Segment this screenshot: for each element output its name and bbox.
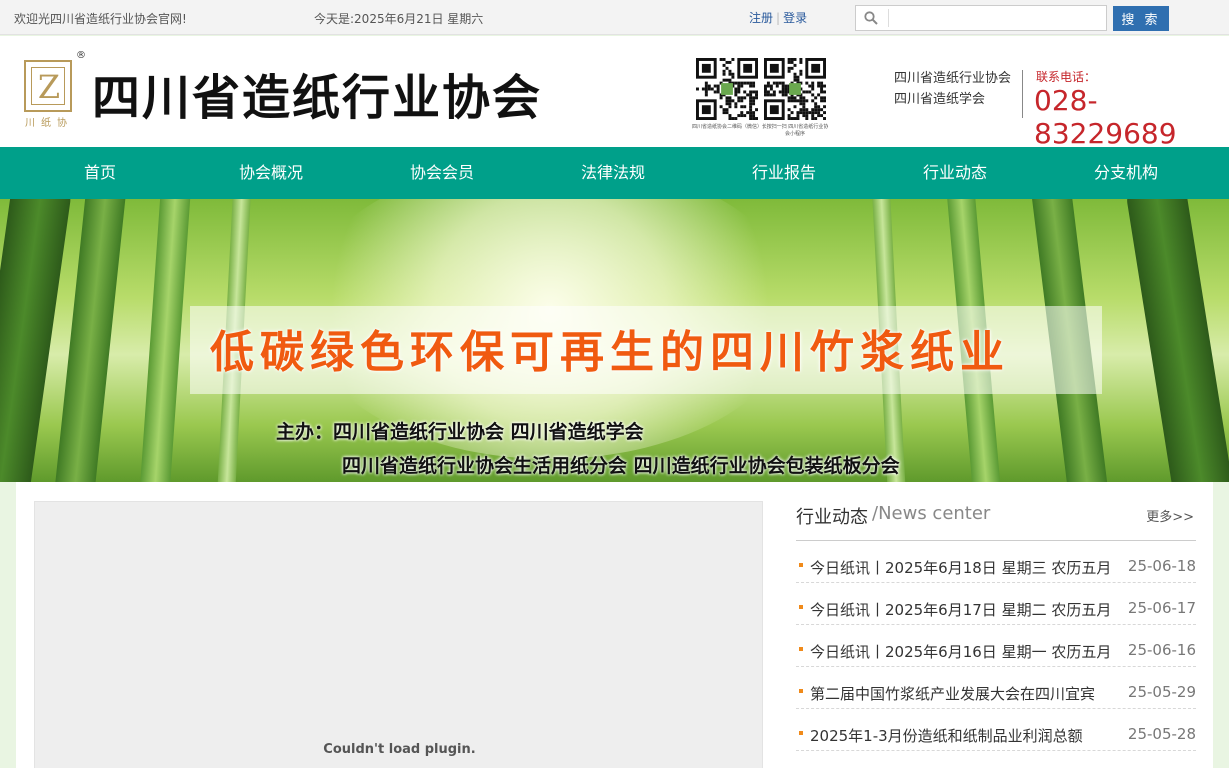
bamboo-stalk [138,199,192,482]
news-list: 今日纸讯丨2025年6月18日 星期三 农历五月 25-06-18 今日纸讯丨2… [796,541,1196,751]
list-item[interactable]: 今日纸讯丨2025年6月16日 星期一 农历五月 25-06-16 [796,625,1196,667]
logo-letter: Z [37,68,61,106]
current-date: 今天是:2025年6月21日 星期六 [314,12,484,26]
logo-inner-frame: Z [31,67,65,106]
news-subtitle: /News center [872,503,991,524]
search-icon [864,11,878,25]
phone-label: 联系电话： [1036,70,1097,84]
news-item-title: 今日纸讯丨2025年6月18日 星期三 农历五月 [810,559,1112,577]
banner-sponsor-line-1: 主办：四川省造纸行业协会 四川省造纸学会 [276,421,644,443]
banner-sponsor-line-2: 四川省造纸行业协会生活用纸分会 四川造纸行业协会包装纸板分会 [342,455,900,477]
news-more-link[interactable]: 更多>> [1146,506,1194,525]
news-item-title: 今日纸讯丨2025年6月17日 星期二 农历五月 [810,601,1112,619]
news-item-date: 25-06-18 [1127,557,1196,575]
list-item[interactable]: 今日纸讯丨2025年6月18日 星期三 农历五月 25-06-18 [796,541,1196,583]
search-box [855,5,1107,31]
login-link[interactable]: 登录 [783,11,807,25]
list-item[interactable]: 2025年1-3月份造纸和纸制品业利润总额 25-05-28 [796,709,1196,751]
header-divider [1022,70,1023,118]
phone-number: 028-83229689 [1034,84,1177,150]
plugin-placeholder[interactable]: Couldn't load plugin. [34,501,763,768]
registered-mark: ® [76,50,86,61]
news-item-date: 25-05-28 [1127,725,1196,743]
miniprogram-qr-code [764,58,826,120]
hero-banner[interactable]: 低碳绿色环保可再生的四川竹浆纸业 主办：四川省造纸行业协会 四川省造纸学会 四川… [0,199,1229,482]
search-button[interactable]: 搜 索 [1113,6,1169,31]
news-header: 行业动态 /News center 更多>> [796,501,1196,541]
nav-item-branches[interactable]: 分支机构 [1056,147,1196,199]
banner-slogan: 低碳绿色环保可再生的四川竹浆纸业 [210,327,1010,378]
news-item-date: 25-06-17 [1127,599,1196,617]
news-item-date: 25-05-29 [1127,683,1196,701]
list-item[interactable]: 第二届中国竹浆纸产业发展大会在四川宜宾 25-05-29 [796,667,1196,709]
nav-item-reports[interactable]: 行业报告 [714,147,854,199]
news-title: 行业动态 [796,507,868,528]
search-divider [888,9,889,27]
list-item[interactable]: 今日纸讯丨2025年6月17日 星期二 农历五月 25-06-17 [796,583,1196,625]
logo-subtitle: 川纸协 [25,118,73,129]
news-item-title: 2025年1-3月份造纸和纸制品业利润总额 [810,727,1083,745]
logo-frame: Z [24,60,72,112]
qr-code-icon [764,58,826,120]
bullet-icon [799,563,803,567]
site-title: 四川省造纸行业协会 [92,70,543,126]
nav-item-about[interactable]: 协会概况 [201,147,341,199]
news-item-title: 今日纸讯丨2025年6月16日 星期一 农历五月 [810,643,1112,661]
bullet-icon [799,731,803,735]
qr-code-icon [696,58,758,120]
nav-item-news[interactable]: 行业动态 [885,147,1025,199]
nav-item-members[interactable]: 协会会员 [372,147,512,199]
news-panel: 行业动态 /News center 更多>> 今日纸讯丨2025年6月18日 星… [796,501,1196,751]
plugin-error-message: Couldn't load plugin. [323,742,476,757]
association-name-2: 四川省造纸学会 [894,92,986,107]
news-item-title: 第二届中国竹浆纸产业发展大会在四川宜宾 [810,685,1096,703]
top-bar: 欢迎光四川省造纸行业协会官网! 今天是:2025年6月21日 星期六 注册 | 登录… [0,0,1229,35]
news-item-date: 25-06-16 [1127,641,1196,659]
bullet-icon [799,647,803,651]
qr-caption-wechat: 四川省造纸协会二维码（微信） [692,124,763,130]
bullet-icon [799,689,803,693]
nav-item-laws[interactable]: 法律法规 [543,147,683,199]
association-name-1: 四川省造纸行业协会 [894,71,1012,86]
qr-caption-miniprogram: 长按扫一扫 四川省造纸行业协会小程序 [761,124,829,137]
main-nav: 首页 协会概况 协会会员 法律法规 行业报告 行业动态 分支机构 [0,147,1229,199]
search-input[interactable] [892,8,1102,28]
bamboo-stalk [1124,199,1229,482]
nav-item-home[interactable]: 首页 [30,147,170,199]
auth-separator: | [776,11,781,25]
association-names: 四川省造纸行业协会 四川省造纸学会 [894,68,1011,110]
site-header: Z ® 川纸协 四川省造纸行业协会 四川省造纸协会二维码（微信） 长按扫一扫 四… [0,36,1229,150]
auth-links: 注册 | 登录 [749,9,807,26]
register-link[interactable]: 注册 [749,11,773,25]
logo[interactable]: Z ® 川纸协 [24,50,86,146]
welcome-text: 欢迎光四川省造纸行业协会官网! [14,12,187,26]
wechat-qr-code [696,58,758,120]
main-content: Couldn't load plugin. 行业动态 /News center … [16,482,1213,768]
bullet-icon [799,605,803,609]
